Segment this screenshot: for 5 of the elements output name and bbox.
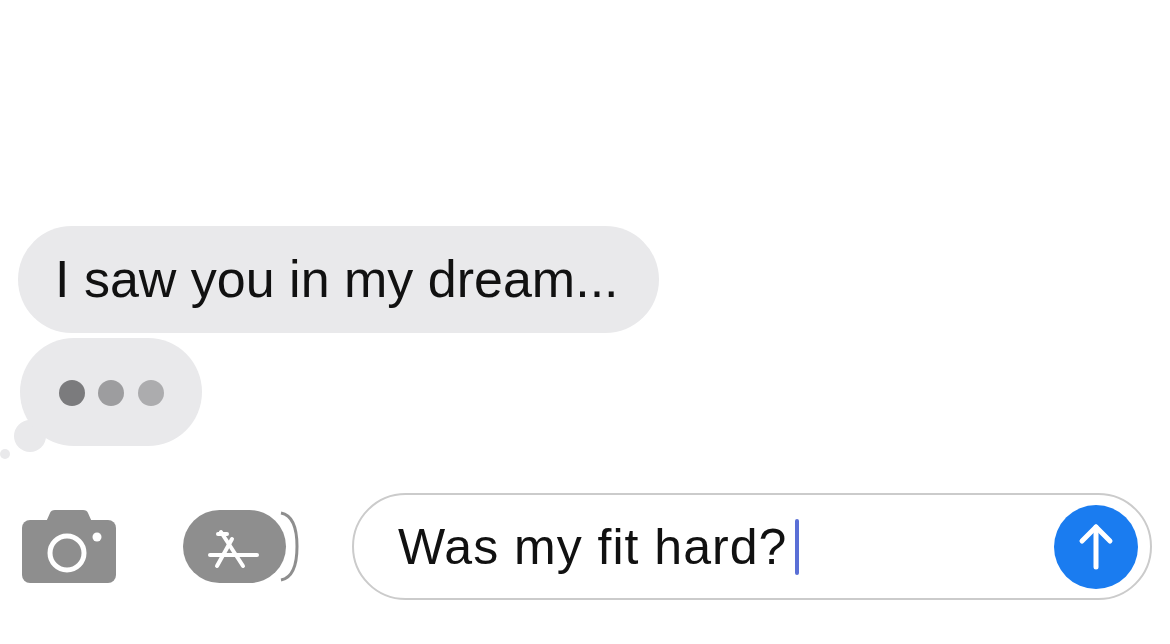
send-button[interactable] (1054, 504, 1138, 589)
camera-icon[interactable] (22, 510, 116, 583)
message-field[interactable]: Was my fit hard? (352, 493, 1152, 600)
app-store-icon[interactable] (183, 510, 299, 583)
message-bubble: I saw you in my dream... (18, 226, 659, 333)
